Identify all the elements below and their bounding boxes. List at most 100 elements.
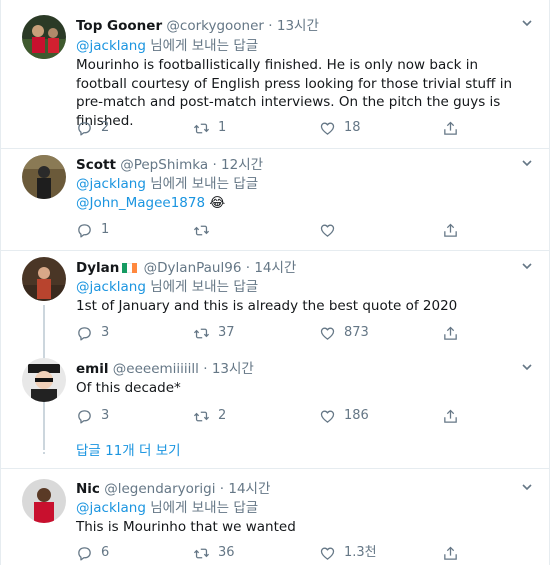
retweet-button[interactable]: 2 bbox=[193, 406, 226, 426]
timeline: Top Gooner @corkygooner · 13시간 @jacklang… bbox=[0, 0, 550, 565]
retweet-icon bbox=[193, 225, 210, 235]
retweet-icon bbox=[193, 123, 210, 133]
tweet-top-gooner[interactable]: Top Gooner @corkygooner · 13시간 @jacklang… bbox=[1, 0, 550, 148]
reply-count: 3 bbox=[101, 325, 110, 340]
reply-count: 1 bbox=[101, 222, 110, 237]
timestamp[interactable]: 12시간 bbox=[221, 157, 263, 173]
like-button[interactable] bbox=[319, 220, 336, 240]
retweet-count: 36 bbox=[218, 545, 235, 560]
reply-count: 2 bbox=[101, 120, 110, 135]
timestamp[interactable]: 14시간 bbox=[254, 260, 296, 276]
tweet-actions: 6 36 1.3천 bbox=[76, 543, 476, 563]
show-more-replies-link[interactable]: 답글 11개 더 보기 bbox=[76, 442, 181, 460]
reply-to-handle[interactable]: @jacklang bbox=[76, 500, 146, 516]
like-icon bbox=[320, 122, 335, 135]
display-name[interactable]: Dylan bbox=[76, 260, 119, 276]
reply-to-suffix: 님에게 보내는 답글 bbox=[145, 176, 259, 192]
avatar[interactable] bbox=[22, 15, 66, 59]
reply-icon bbox=[78, 121, 91, 136]
user-handle[interactable]: @legendaryorigi bbox=[104, 481, 215, 497]
like-button[interactable]: 186 bbox=[319, 406, 369, 426]
tweet-actions: 3 2 186 bbox=[76, 406, 476, 426]
share-button[interactable] bbox=[442, 220, 459, 240]
share-icon bbox=[444, 409, 457, 423]
reply-context: @jacklang 님에게 보내는 답글 bbox=[76, 175, 258, 193]
reply-context: @jacklang 님에게 보내는 답글 bbox=[76, 37, 258, 55]
tweet-scott[interactable]: Scott @PepShimka · 12시간 @jacklang 님에게 보내… bbox=[1, 149, 550, 250]
share-button[interactable] bbox=[442, 406, 459, 426]
reply-to-suffix: 님에게 보내는 답글 bbox=[145, 38, 259, 54]
reply-to-handle[interactable]: @jacklang bbox=[76, 176, 146, 192]
user-handle[interactable]: @corkygooner bbox=[166, 18, 264, 34]
reply-count: 3 bbox=[101, 408, 110, 423]
like-icon bbox=[320, 327, 335, 340]
reply-button[interactable]: 3 bbox=[76, 323, 109, 343]
reply-to-handle[interactable]: @jacklang bbox=[76, 279, 146, 295]
like-button[interactable]: 18 bbox=[319, 118, 361, 138]
like-button[interactable]: 1.3천 bbox=[319, 543, 377, 563]
share-icon bbox=[444, 223, 457, 237]
tweet-nic[interactable]: Nic @legendaryorigi · 14시간 @jacklang 님에게… bbox=[1, 469, 550, 565]
reply-button[interactable]: 6 bbox=[76, 543, 109, 563]
separator-dot: · bbox=[212, 157, 217, 173]
mention-link[interactable]: @John_Magee1878 bbox=[76, 195, 205, 211]
retweet-button[interactable]: 36 bbox=[193, 543, 235, 563]
timestamp[interactable]: 13시간 bbox=[277, 18, 319, 34]
like-icon bbox=[320, 547, 335, 560]
caret-down-icon[interactable] bbox=[521, 361, 533, 373]
like-count: 18 bbox=[344, 120, 361, 135]
separator-dot: · bbox=[268, 18, 273, 34]
timestamp[interactable]: 13시간 bbox=[212, 361, 254, 377]
avatar[interactable] bbox=[22, 479, 66, 523]
reply-button[interactable]: 1 bbox=[76, 220, 109, 240]
user-handle[interactable]: @DylanPaul96 bbox=[144, 260, 242, 276]
avatar[interactable] bbox=[22, 358, 66, 402]
reply-icon bbox=[78, 326, 91, 341]
retweet-count: 2 bbox=[218, 408, 227, 423]
retweet-icon bbox=[193, 328, 210, 338]
reply-button[interactable]: 2 bbox=[76, 118, 109, 138]
reply-button[interactable]: 3 bbox=[76, 406, 109, 426]
user-handle[interactable]: @eeeemiiiiill bbox=[113, 361, 199, 377]
reply-context: @jacklang 님에게 보내는 답글 bbox=[76, 278, 258, 296]
share-button[interactable] bbox=[442, 118, 459, 138]
retweet-button[interactable] bbox=[193, 220, 210, 240]
tweet-text: @John_Magee1878 😂 bbox=[76, 194, 521, 213]
separator-dot: · bbox=[245, 260, 251, 276]
display-name[interactable]: Nic bbox=[76, 481, 100, 497]
tweet-dylan[interactable]: Dylan @DylanPaul96 · 14시간 @jacklang 님에게 … bbox=[1, 251, 550, 450]
like-count: 873 bbox=[344, 325, 369, 340]
tweet-text: 1st of January and this is already the b… bbox=[76, 298, 458, 314]
like-button[interactable]: 873 bbox=[319, 323, 369, 343]
display-name[interactable]: Scott bbox=[76, 157, 116, 173]
display-name[interactable]: Top Gooner bbox=[76, 18, 162, 34]
retweet-count: 37 bbox=[218, 325, 235, 340]
reply-icon bbox=[78, 223, 91, 238]
retweet-button[interactable]: 1 bbox=[193, 118, 226, 138]
like-count: 186 bbox=[344, 408, 369, 423]
caret-down-icon[interactable] bbox=[521, 17, 533, 29]
tweet-text: Of this decade* bbox=[76, 380, 181, 396]
share-icon bbox=[444, 326, 457, 340]
tweet-actions: 1 bbox=[76, 220, 476, 240]
like-count: 1.3천 bbox=[344, 545, 377, 560]
avatar[interactable] bbox=[22, 155, 66, 199]
share-button[interactable] bbox=[442, 543, 459, 563]
share-button[interactable] bbox=[442, 323, 459, 343]
separator-dot: · bbox=[219, 481, 225, 497]
caret-down-icon[interactable] bbox=[521, 157, 533, 169]
tweet-actions: 2 1 18 bbox=[76, 118, 476, 138]
reply-to-handle[interactable]: @jacklang bbox=[76, 38, 146, 54]
retweet-count: 1 bbox=[218, 120, 227, 135]
display-name[interactable]: emil bbox=[76, 361, 108, 377]
share-icon bbox=[444, 546, 457, 560]
tweet-emil[interactable]: emil @eeeemiiiiill · 13시간 Of this decade… bbox=[1, 352, 550, 432]
avatar[interactable] bbox=[22, 257, 66, 301]
user-handle[interactable]: @PepShimka bbox=[120, 157, 208, 173]
thread-dots bbox=[43, 436, 45, 456]
like-icon bbox=[320, 410, 335, 423]
retweet-button[interactable]: 37 bbox=[193, 323, 235, 343]
timestamp[interactable]: 14시간 bbox=[228, 481, 270, 497]
caret-down-icon[interactable] bbox=[521, 481, 533, 493]
caret-down-icon[interactable] bbox=[521, 260, 533, 272]
